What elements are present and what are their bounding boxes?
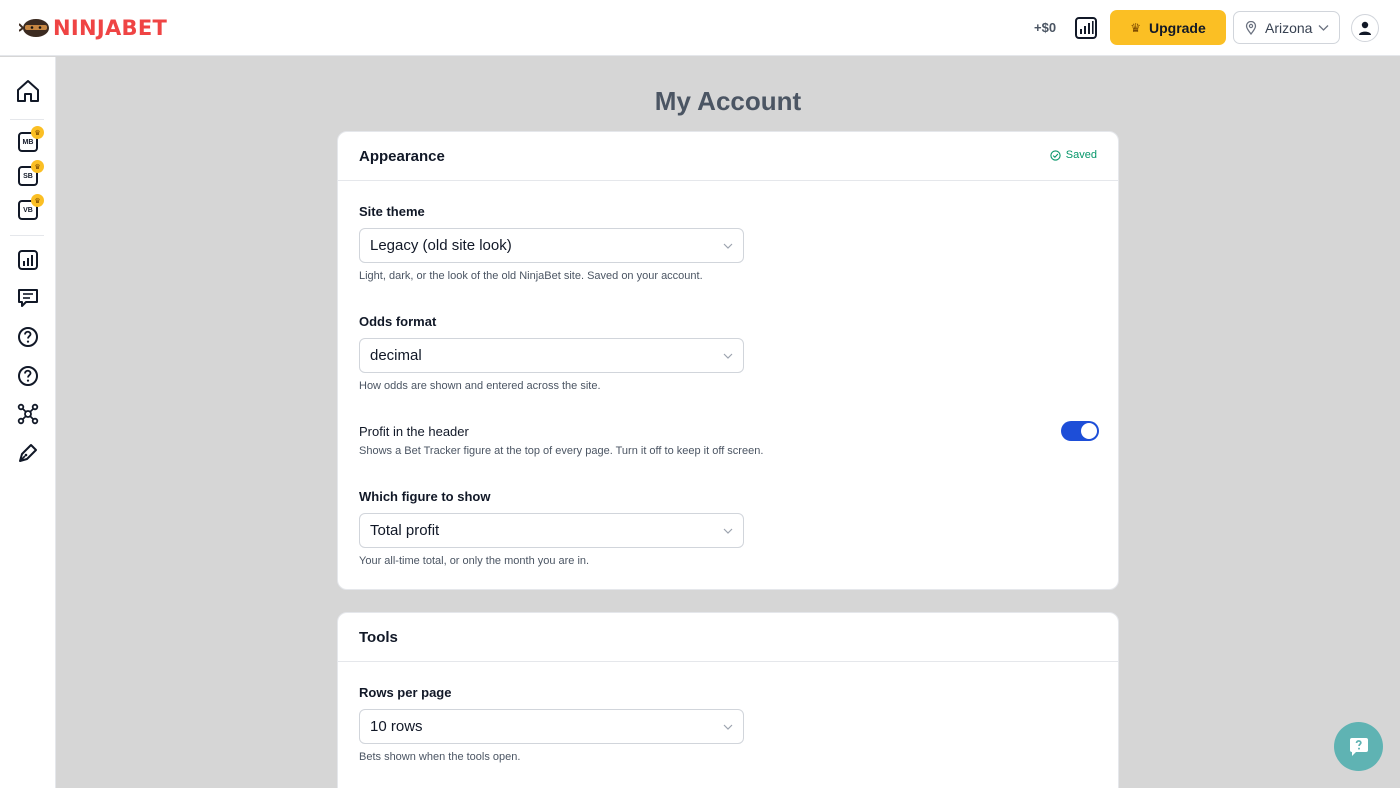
odds-format-select[interactable]: decimal — [359, 338, 744, 373]
site-theme-select[interactable]: Legacy (old site look) — [359, 228, 744, 263]
bar-chart-icon — [1075, 17, 1097, 39]
sidebar-item-help[interactable] — [14, 323, 42, 351]
sidebar-item-sb[interactable]: SB ♛ — [14, 160, 44, 190]
figure-value: Total profit — [370, 522, 440, 539]
site-theme-value: Legacy (old site look) — [370, 237, 512, 254]
figure-select[interactable]: Total profit — [359, 513, 744, 548]
odds-format-value: decimal — [370, 347, 422, 364]
rows-per-page-select[interactable]: 10 rows — [359, 709, 744, 744]
appearance-card: Appearance Saved Site theme Legacy (old … — [337, 131, 1119, 590]
bet-tracker-button[interactable] — [1073, 15, 1099, 41]
figure-hint: Your all-time total, or only the month y… — [359, 555, 590, 567]
appearance-heading: Appearance — [359, 147, 445, 165]
region-label: Arizona — [1265, 19, 1313, 36]
premium-crown-icon: ♛ — [31, 160, 44, 173]
logo-text: NINJABET — [53, 16, 168, 40]
odds-format-label: Odds format — [359, 314, 437, 329]
chevron-down-icon — [723, 243, 733, 249]
vb-icon: VB ♛ — [18, 194, 44, 220]
site-theme-hint: Light, dark, or the look of the old Ninj… — [359, 270, 703, 282]
bar-chart-icon — [18, 250, 38, 270]
sb-label: SB — [23, 172, 33, 180]
question-circle-icon — [18, 327, 38, 347]
location-pin-icon — [1245, 20, 1257, 35]
sidebar-divider — [10, 119, 44, 120]
chevron-down-icon — [723, 528, 733, 534]
ninja-logo-icon — [19, 19, 49, 37]
profit-header-toggle[interactable] — [1061, 421, 1099, 441]
mb-icon: MB ♛ — [18, 126, 44, 152]
chat-message-icon — [18, 289, 38, 307]
chat-help-icon — [1349, 737, 1368, 756]
chevron-down-icon — [723, 353, 733, 359]
support-chat-button[interactable] — [1334, 722, 1383, 771]
sidebar-item-home[interactable] — [14, 77, 42, 105]
sidebar-item-feedback[interactable] — [14, 284, 42, 312]
rows-per-page-value: 10 rows — [370, 718, 423, 735]
saved-label: Saved — [1065, 149, 1097, 161]
mb-label: MB — [22, 138, 34, 146]
header-profit[interactable]: +$0 — [1034, 20, 1056, 35]
home-icon — [17, 80, 39, 102]
sidebar-item-bet-tracker[interactable] — [14, 246, 42, 274]
crown-icon: ♛ — [1130, 20, 1141, 35]
premium-crown-icon: ♛ — [31, 126, 44, 139]
figure-label: Which figure to show — [359, 489, 491, 504]
sidebar-item-network[interactable] — [14, 400, 42, 428]
question-circle-icon — [18, 366, 38, 386]
site-theme-label: Site theme — [359, 204, 425, 219]
top-bar: NINJABET +$0 ♛ Upgrade Arizona — [0, 0, 1400, 56]
odds-format-hint: How odds are shown and entered across th… — [359, 380, 601, 392]
sidebar-item-mb[interactable]: MB ♛ — [14, 126, 44, 156]
chevron-down-icon — [723, 724, 733, 730]
page-title: My Account — [654, 86, 802, 116]
upgrade-button[interactable]: ♛ Upgrade — [1110, 10, 1226, 45]
sidebar-divider — [10, 235, 44, 236]
network-nodes-icon — [17, 403, 39, 425]
logo[interactable]: NINJABET — [19, 14, 167, 42]
sb-icon: SB ♛ — [18, 160, 44, 186]
sidebar-item-pen[interactable] — [14, 439, 42, 467]
tools-heading: Tools — [359, 628, 398, 646]
sidebar-item-vb[interactable]: VB ♛ — [14, 194, 44, 224]
pen-nib-icon — [19, 444, 37, 462]
chevron-down-icon — [1318, 25, 1329, 31]
appearance-card-header: Appearance Saved — [338, 132, 1118, 181]
upgrade-label: Upgrade — [1148, 19, 1206, 36]
profit-header-label: Profit in the header — [359, 424, 469, 439]
tools-card-header: Tools — [338, 613, 1118, 662]
sidebar-item-faq[interactable] — [14, 362, 42, 390]
vb-label: VB — [23, 206, 33, 214]
rows-per-page-hint: Bets shown when the tools open. — [359, 751, 521, 763]
sidebar: MB ♛ SB ♛ VB ♛ — [0, 57, 56, 788]
saved-status: Saved — [1050, 149, 1097, 161]
user-avatar-button[interactable] — [1351, 14, 1379, 42]
user-icon — [1359, 21, 1371, 35]
rows-per-page-label: Rows per page — [359, 685, 452, 700]
region-select[interactable]: Arizona — [1233, 11, 1340, 44]
tools-card: Tools Rows per page 10 rows Bets shown w… — [337, 612, 1119, 788]
profit-header-hint: Shows a Bet Tracker figure at the top of… — [359, 445, 764, 457]
premium-crown-icon: ♛ — [31, 194, 44, 207]
check-circle-icon — [1050, 149, 1061, 161]
